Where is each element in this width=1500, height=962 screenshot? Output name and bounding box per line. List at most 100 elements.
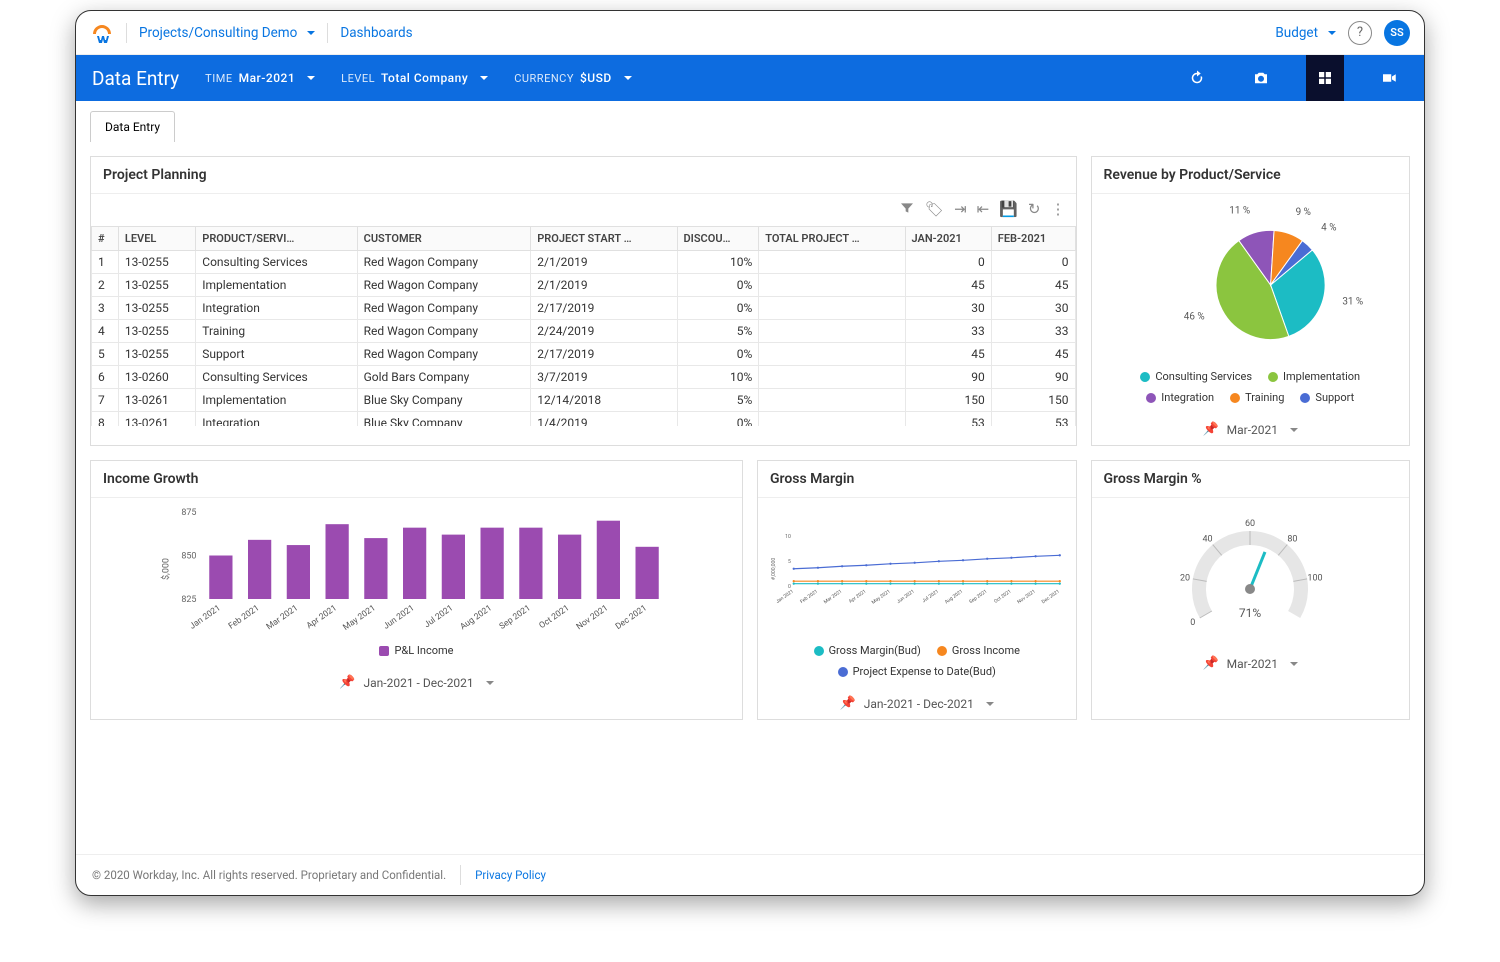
chevron-down-icon[interactable]	[482, 676, 494, 690]
table-row[interactable]: 513-0255SupportRed Wagon Company2/17/201…	[92, 343, 1076, 366]
separator	[126, 23, 127, 43]
column-header[interactable]: #	[92, 227, 119, 251]
svg-text:850: 850	[181, 552, 196, 562]
column-header[interactable]: TOTAL PROJECT …	[759, 227, 905, 251]
svg-text:Jul 2021: Jul 2021	[921, 589, 940, 605]
column-header[interactable]: JAN-2021	[905, 227, 991, 251]
bar-chart: 825850875$,000Jan 2021Feb 2021Mar 2021Ap…	[101, 504, 732, 634]
svg-text:875: 875	[181, 508, 196, 518]
column-header[interactable]: PRODUCT/SERVI…	[196, 227, 357, 251]
svg-text:20: 20	[1180, 574, 1190, 584]
line-legend: Gross Margin(Bud)Gross IncomeProject Exp…	[768, 644, 1066, 678]
camera-icon[interactable]	[1242, 55, 1280, 101]
widget-title: Revenue by Product/Service	[1092, 157, 1410, 194]
table-row[interactable]: 713-0261ImplementationBlue Sky Company12…	[92, 389, 1076, 412]
copyright-text: © 2020 Workday, Inc. All rights reserved…	[92, 868, 446, 882]
svg-text:Nov 2021: Nov 2021	[575, 603, 610, 632]
workday-logo-icon	[90, 21, 114, 45]
column-header[interactable]: PROJECT START …	[531, 227, 677, 251]
import-icon[interactable]: ⇥	[954, 200, 967, 220]
svg-text:825: 825	[181, 595, 196, 605]
widget-gross-margin: Gross Margin 0510#,000,000Jan 2021Feb 20…	[757, 460, 1077, 720]
level-selector[interactable]: LEVEL Total Company	[341, 71, 488, 85]
help-icon[interactable]: ?	[1348, 21, 1372, 45]
widget-footer-range[interactable]: Mar-2021	[1227, 657, 1278, 671]
svg-text:Feb 2021: Feb 2021	[799, 589, 819, 605]
svg-text:10: 10	[785, 534, 791, 540]
column-header[interactable]: LEVEL	[118, 227, 195, 251]
more-icon[interactable]: ⋮	[1051, 200, 1066, 220]
refresh-icon[interactable]: ↻	[1028, 200, 1041, 220]
topnav: Projects/Consulting Demo Dashboards Budg…	[76, 11, 1424, 55]
svg-text:Nov 2021: Nov 2021	[1016, 589, 1036, 606]
table-row[interactable]: 813-0261IntegrationBlue Sky Company1/4/2…	[92, 412, 1076, 427]
svg-text:Jan 2021: Jan 2021	[188, 603, 223, 631]
widget-title: Income Growth	[91, 461, 742, 498]
svg-text:0: 0	[1191, 618, 1196, 628]
chevron-down-icon[interactable]	[982, 697, 994, 711]
svg-text:Apr 2021: Apr 2021	[305, 603, 339, 631]
tab-data-entry[interactable]: Data Entry	[90, 111, 175, 142]
table-row[interactable]: 613-0260Consulting ServicesGold Bars Com…	[92, 366, 1076, 389]
widget-footer-range[interactable]: Jan-2021 - Dec-2021	[864, 697, 974, 711]
tag-icon[interactable]: 🏷	[925, 200, 944, 220]
svg-text:Jun 2021: Jun 2021	[382, 603, 417, 631]
budget-menu[interactable]: Budget	[1275, 25, 1336, 41]
pie-chart: 31 %46 %11 %9 %4 %	[1102, 200, 1400, 360]
svg-text:Dec 2021: Dec 2021	[1041, 589, 1061, 606]
grid-view-icon[interactable]	[1306, 55, 1344, 101]
time-selector[interactable]: TIME Mar-2021	[205, 71, 315, 85]
widget-footer-range[interactable]: Mar-2021	[1227, 423, 1278, 437]
widget-title: Gross Margin %	[1092, 461, 1410, 498]
svg-text:May 2021: May 2021	[341, 603, 377, 633]
filter-icon[interactable]	[899, 200, 915, 220]
avatar[interactable]: SS	[1384, 20, 1410, 46]
currency-selector[interactable]: CURRENCY $USD	[514, 71, 632, 85]
svg-text:80: 80	[1288, 534, 1298, 544]
privacy-link[interactable]: Privacy Policy	[475, 868, 546, 882]
save-icon[interactable]: 💾	[999, 200, 1018, 220]
widget-title: Gross Margin	[758, 461, 1076, 498]
widget-title: Project Planning	[91, 157, 1076, 194]
svg-text:11 %: 11 %	[1229, 205, 1250, 216]
svg-text:5: 5	[788, 559, 791, 565]
chevron-down-icon[interactable]	[1286, 423, 1298, 437]
pin-icon[interactable]: 📌	[1202, 656, 1218, 671]
table-row[interactable]: 213-0255ImplementationRed Wagon Company2…	[92, 274, 1076, 297]
refresh-icon[interactable]	[1178, 55, 1216, 101]
svg-text:Jun 2021: Jun 2021	[896, 589, 916, 605]
tabstrip: Data Entry	[76, 101, 1424, 142]
svg-text:Jan 2021: Jan 2021	[775, 589, 795, 605]
separator	[327, 23, 328, 43]
widget-footer-range[interactable]: Jan-2021 - Dec-2021	[364, 676, 474, 690]
dashboards-link[interactable]: Dashboards	[340, 25, 412, 41]
svg-text:Aug 2021: Aug 2021	[944, 589, 964, 606]
svg-text:46 %: 46 %	[1183, 311, 1204, 322]
svg-text:40: 40	[1203, 534, 1213, 544]
table-row[interactable]: 113-0255Consulting ServicesRed Wagon Com…	[92, 251, 1076, 274]
export-icon[interactable]: ⇤	[977, 200, 990, 220]
svg-text:4 %: 4 %	[1321, 222, 1336, 233]
widget-revenue-pie: Revenue by Product/Service 31 %46 %11 %9…	[1091, 156, 1411, 446]
pin-icon[interactable]: 📌	[1202, 422, 1218, 437]
svg-text:Oct 2021: Oct 2021	[993, 589, 1013, 605]
svg-text:#,000,000: #,000,000	[771, 558, 777, 581]
planning-table[interactable]: #LEVELPRODUCT/SERVI…CUSTOMERPROJECT STAR…	[91, 226, 1076, 426]
table-row[interactable]: 413-0255TrainingRed Wagon Company2/24/20…	[92, 320, 1076, 343]
svg-text:Mar 2021: Mar 2021	[823, 589, 843, 606]
chevron-down-icon[interactable]	[1286, 657, 1298, 671]
column-header[interactable]: CUSTOMER	[357, 227, 531, 251]
table-row[interactable]: 313-0255IntegrationRed Wagon Company2/17…	[92, 297, 1076, 320]
table-toolbar: 🏷 ⇥ ⇤ 💾 ↻ ⋮	[91, 194, 1076, 226]
svg-text:Sep 2021: Sep 2021	[968, 589, 988, 606]
pin-icon[interactable]: 📌	[339, 675, 355, 690]
project-selector[interactable]: Projects/Consulting Demo	[139, 25, 315, 41]
svg-text:60: 60	[1245, 519, 1255, 529]
widget-income-growth: Income Growth 825850875$,000Jan 2021Feb …	[90, 460, 743, 720]
column-header[interactable]: FEB-2021	[991, 227, 1075, 251]
pin-icon[interactable]: 📌	[840, 696, 856, 711]
page-footer: © 2020 Workday, Inc. All rights reserved…	[76, 854, 1424, 895]
video-icon[interactable]	[1370, 55, 1408, 101]
svg-text:Apr 2021: Apr 2021	[848, 589, 868, 605]
column-header[interactable]: DISCOU…	[677, 227, 759, 251]
